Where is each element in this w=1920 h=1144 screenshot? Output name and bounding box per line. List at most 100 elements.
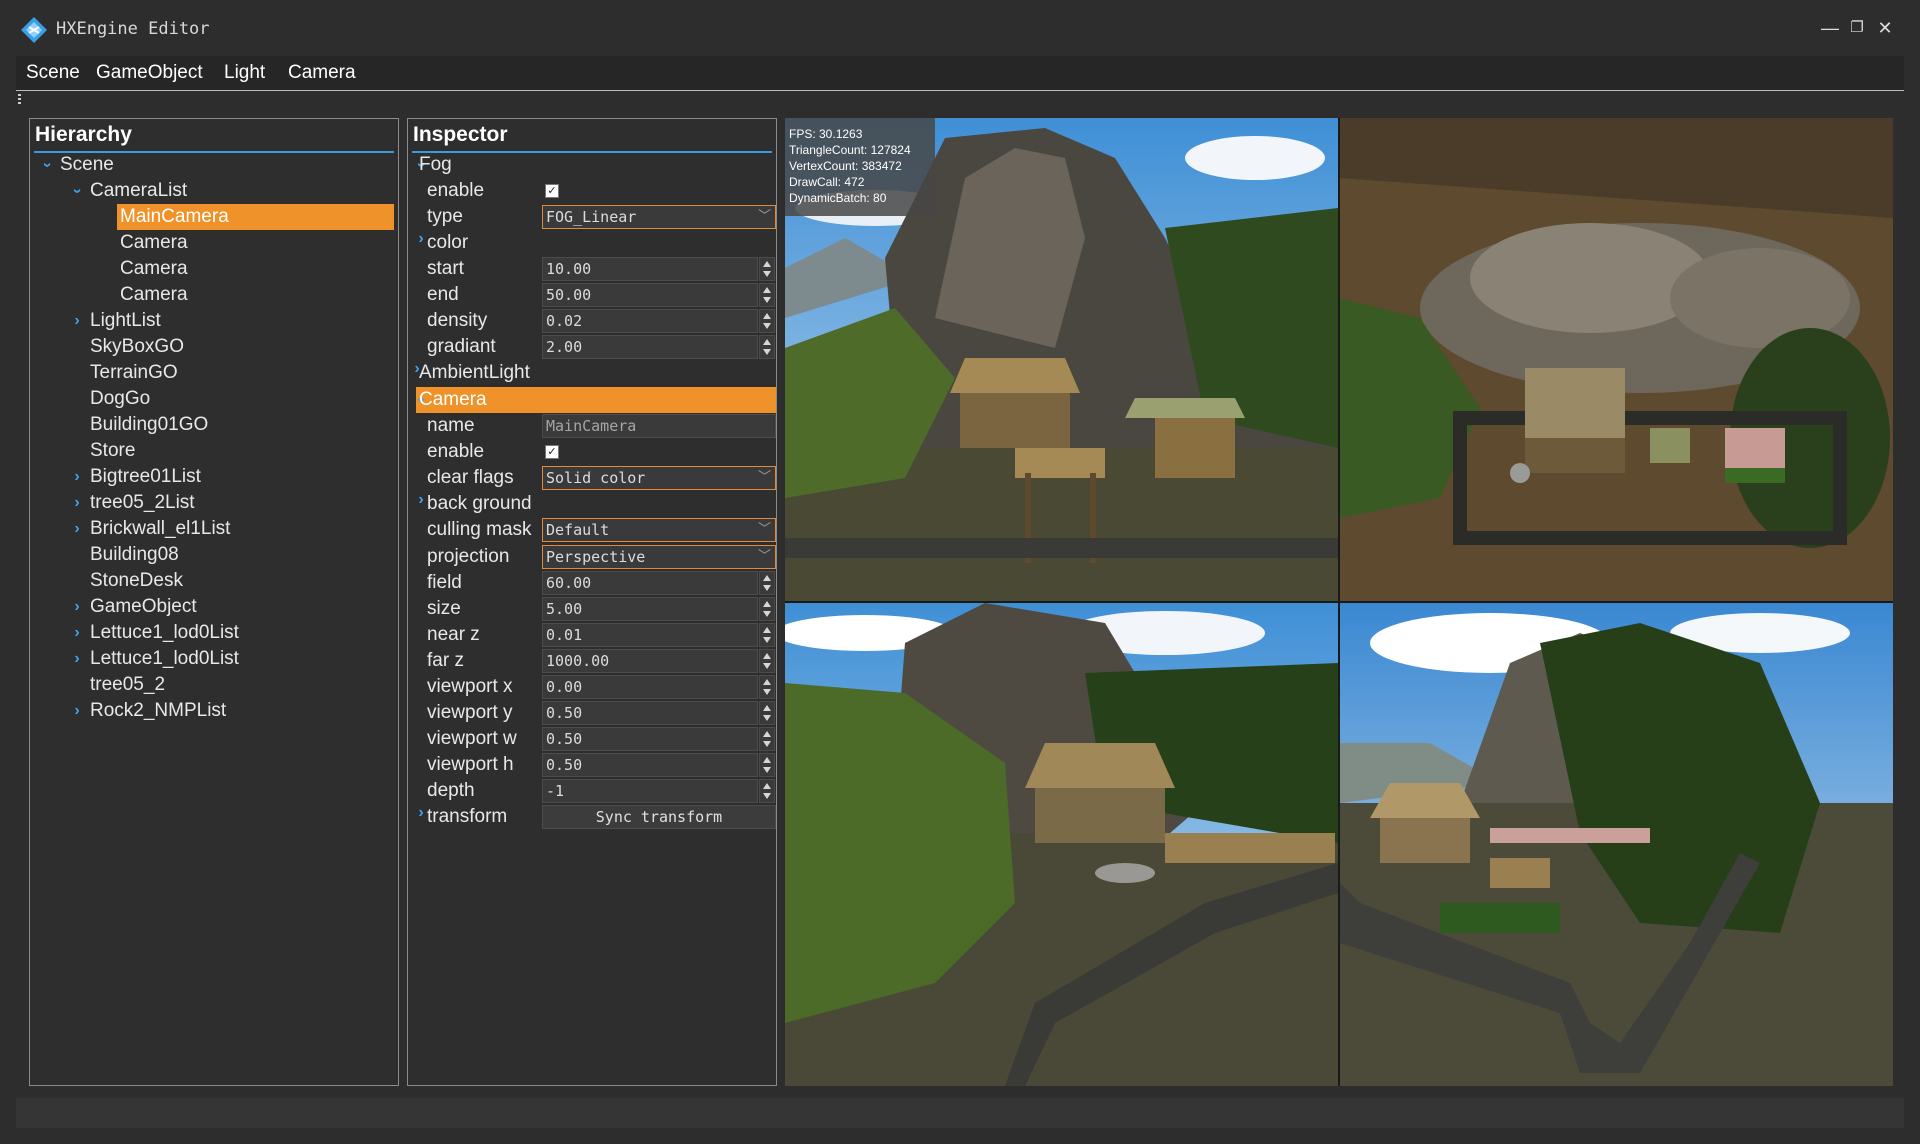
menu-gameobject[interactable]: GameObject bbox=[96, 62, 203, 84]
hierarchy-item[interactable]: › Brickwall_el1List bbox=[30, 516, 396, 542]
hierarchy-item[interactable]: › Rock2_NMPList bbox=[30, 698, 396, 724]
fog-enable-checkbox[interactable]: ✓ bbox=[545, 184, 559, 198]
hierarchy-item[interactable]: tree05_2 bbox=[30, 672, 396, 698]
chevron-right-icon[interactable]: › bbox=[70, 594, 84, 620]
projection-label: projection bbox=[427, 546, 510, 567]
section-ambientlight[interactable]: AmbientLight bbox=[419, 360, 530, 386]
hierarchy-item-label: CameraList bbox=[90, 180, 188, 201]
chevron-right-icon[interactable]: › bbox=[70, 620, 84, 646]
culling-mask-select[interactable]: Default ﹀ bbox=[542, 518, 776, 542]
chevron-down-icon[interactable]: › bbox=[64, 184, 90, 198]
transform-label[interactable]: transform bbox=[427, 804, 507, 830]
size-spinner[interactable] bbox=[759, 597, 775, 621]
section-camera[interactable]: Camera bbox=[419, 387, 487, 413]
triangle-count-stat: TriangleCount: 127824 bbox=[789, 143, 911, 157]
chevron-right-icon[interactable]: › bbox=[70, 516, 84, 542]
depth-spinner[interactable] bbox=[759, 779, 775, 803]
background-label[interactable]: back ground bbox=[427, 491, 532, 517]
near-z-spinner[interactable] bbox=[759, 623, 775, 647]
toolbar-grip[interactable] bbox=[18, 94, 21, 104]
hierarchy-item[interactable]: TerrainGO bbox=[30, 360, 396, 386]
hierarchy-item[interactable]: Camera bbox=[30, 230, 396, 256]
hierarchy-item[interactable]: SkyBoxGO bbox=[30, 334, 396, 360]
hierarchy-item-label: Lettuce1_lod0List bbox=[90, 622, 239, 643]
camera-name-field[interactable]: MainCamera bbox=[542, 414, 776, 438]
viewport-h-spinner[interactable] bbox=[759, 753, 775, 777]
minimize-button[interactable]: — bbox=[1818, 16, 1842, 40]
hierarchy-item[interactable]: › Bigtree01List bbox=[30, 464, 396, 490]
hierarchy-item[interactable]: MainCamera bbox=[30, 204, 396, 230]
field-of-view-spinner[interactable] bbox=[759, 571, 775, 595]
projection-select[interactable]: Perspective ﹀ bbox=[542, 545, 776, 569]
transform-expand-icon[interactable]: › bbox=[414, 804, 428, 830]
fog-density-field[interactable]: 0.02 bbox=[542, 309, 758, 333]
fog-end-field[interactable]: 50.00 bbox=[542, 283, 758, 307]
section-fog[interactable]: Fog bbox=[419, 152, 452, 178]
fog-gradiant-label: gradiant bbox=[427, 336, 496, 357]
scene-render-top-right bbox=[1340, 118, 1893, 601]
menu-scene[interactable]: Scene bbox=[26, 62, 80, 84]
fog-gradiant-field[interactable]: 2.00 bbox=[542, 335, 758, 359]
chevron-right-icon[interactable]: › bbox=[70, 308, 84, 334]
depth-label: depth bbox=[427, 780, 475, 801]
maximize-button[interactable]: ❐ bbox=[1845, 16, 1869, 40]
fog-color-label[interactable]: color bbox=[427, 230, 468, 256]
camera-enable-checkbox[interactable]: ✓ bbox=[545, 445, 559, 459]
menu-light[interactable]: Light bbox=[224, 62, 265, 84]
viewport-bottom-left[interactable] bbox=[785, 603, 1338, 1086]
hierarchy-item[interactable]: StoneDesk bbox=[30, 568, 396, 594]
chevron-right-icon[interactable]: › bbox=[70, 490, 84, 516]
menu-camera[interactable]: Camera bbox=[288, 62, 356, 84]
fog-type-select[interactable]: FOG_Linear ﹀ bbox=[542, 205, 776, 229]
hierarchy-item[interactable]: Camera bbox=[30, 282, 396, 308]
hierarchy-item[interactable]: › Lettuce1_lod0List bbox=[30, 646, 396, 672]
viewport-top-right[interactable] bbox=[1340, 118, 1893, 601]
fog-type-value: FOG_Linear bbox=[546, 208, 637, 226]
viewport-y-field[interactable]: 0.50 bbox=[542, 701, 758, 725]
viewport-top-left[interactable]: FPS: 30.1263 TriangleCount: 127824 Verte… bbox=[785, 118, 1338, 601]
viewport-x-field[interactable]: 0.00 bbox=[542, 675, 758, 699]
fog-density-spinner[interactable] bbox=[759, 309, 775, 333]
viewport-bottom-right[interactable] bbox=[1340, 603, 1893, 1086]
hierarchy-item[interactable]: DogGo bbox=[30, 386, 396, 412]
fog-color-expand-icon[interactable]: › bbox=[414, 230, 428, 256]
depth-field[interactable]: -1 bbox=[542, 779, 758, 803]
hierarchy-item[interactable]: Store bbox=[30, 438, 396, 464]
fog-end-spinner[interactable] bbox=[759, 283, 775, 307]
viewport-x-spinner[interactable] bbox=[759, 675, 775, 699]
scene-viewports[interactable]: FPS: 30.1263 TriangleCount: 127824 Verte… bbox=[785, 118, 1893, 1086]
hierarchy-item[interactable]: › tree05_2List bbox=[30, 490, 396, 516]
clear-flags-select[interactable]: Solid color ﹀ bbox=[542, 466, 776, 490]
chevron-right-icon[interactable]: › bbox=[70, 646, 84, 672]
far-z-field[interactable]: 1000.00 bbox=[542, 649, 758, 673]
fps-stat: FPS: 30.1263 bbox=[789, 127, 863, 141]
hierarchy-item[interactable]: Camera bbox=[30, 256, 396, 282]
viewport-w-spinner[interactable] bbox=[759, 727, 775, 751]
inspector-title-rule bbox=[412, 151, 772, 153]
chevron-down-icon[interactable]: › bbox=[34, 158, 60, 172]
hierarchy-item[interactable]: Building01GO bbox=[30, 412, 396, 438]
close-button[interactable]: ✕ bbox=[1873, 16, 1897, 40]
title-bar: HXEngine Editor — ❐ ✕ bbox=[0, 0, 1920, 56]
hierarchy-item[interactable]: › CameraList bbox=[30, 178, 396, 204]
far-z-spinner[interactable] bbox=[759, 649, 775, 673]
fog-gradiant-spinner[interactable] bbox=[759, 335, 775, 359]
chevron-right-icon[interactable]: › bbox=[70, 698, 84, 724]
hierarchy-item[interactable]: › GameObject bbox=[30, 594, 396, 620]
hierarchy-item[interactable]: Building08 bbox=[30, 542, 396, 568]
hierarchy-item[interactable]: › LightList bbox=[30, 308, 396, 334]
background-expand-icon[interactable]: › bbox=[414, 491, 428, 517]
viewport-w-field[interactable]: 0.50 bbox=[542, 727, 758, 751]
hierarchy-item[interactable]: › Lettuce1_lod0List bbox=[30, 620, 396, 646]
camera-name-label: name bbox=[427, 415, 475, 436]
sync-transform-button[interactable]: Sync transform bbox=[542, 805, 776, 829]
fog-start-field[interactable]: 10.00 bbox=[542, 257, 758, 281]
near-z-field[interactable]: 0.01 bbox=[542, 623, 758, 647]
fog-start-spinner[interactable] bbox=[759, 257, 775, 281]
chevron-right-icon[interactable]: › bbox=[70, 464, 84, 490]
hierarchy-item[interactable]: › Scene bbox=[30, 152, 396, 178]
viewport-h-field[interactable]: 0.50 bbox=[542, 753, 758, 777]
viewport-y-spinner[interactable] bbox=[759, 701, 775, 725]
field-of-view-field[interactable]: 60.00 bbox=[542, 571, 758, 595]
size-field[interactable]: 5.00 bbox=[542, 597, 758, 621]
